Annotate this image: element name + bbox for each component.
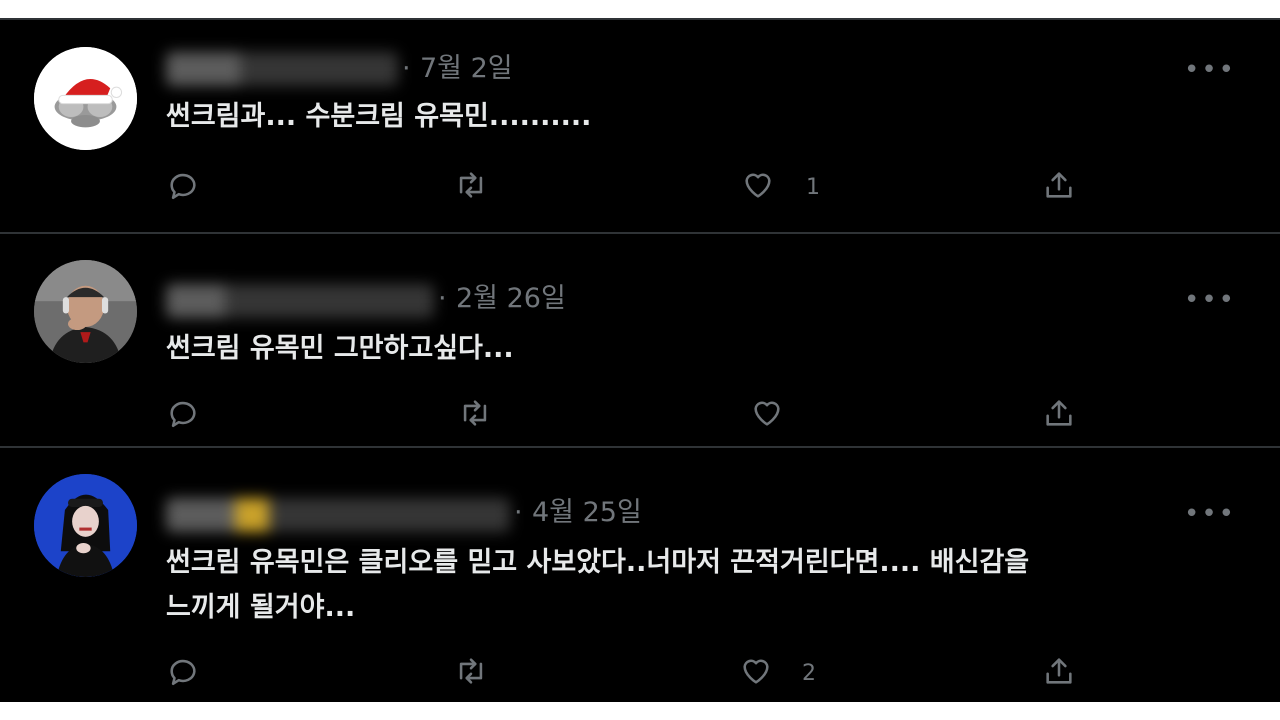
more-options-icon[interactable]: ••• <box>1184 57 1236 83</box>
blurred-username[interactable] <box>166 498 510 532</box>
reply-icon[interactable] <box>166 654 206 694</box>
person-blue-background-avatar-icon[interactable] <box>34 474 137 577</box>
tweet-item[interactable]: · 7월 2일 ••• 썬크림과... 수분크림 유목민.......... 1 <box>0 20 1280 234</box>
meta-separator: · <box>438 283 447 314</box>
retweet-icon[interactable] <box>458 396 498 436</box>
share-icon[interactable] <box>1042 654 1082 694</box>
tweet-feed: · 7월 2일 ••• 썬크림과... 수분크림 유목민.......... 1 <box>0 18 1280 702</box>
tweet-item[interactable]: · 2월 26일 ••• 썬크림 유목민 그만하고싶다... <box>0 234 1280 446</box>
tweet-text: 썬크림과... 수분크림 유목민.......... <box>166 101 592 132</box>
more-options-icon[interactable]: ••• <box>1184 287 1236 313</box>
tweet-date[interactable]: 4월 25일 <box>532 496 642 530</box>
more-options-icon[interactable]: ••• <box>1184 501 1236 527</box>
tweet-date[interactable]: 2월 26일 <box>456 282 566 316</box>
like-count: 1 <box>806 175 820 200</box>
person-headphones-avatar-icon[interactable] <box>34 260 137 363</box>
blurred-username[interactable] <box>166 284 434 318</box>
meta-separator: · <box>514 497 523 528</box>
like-count: 2 <box>802 661 816 686</box>
reply-icon[interactable] <box>166 396 206 436</box>
meta-separator: · <box>402 53 411 84</box>
retweet-icon[interactable] <box>454 168 494 208</box>
like-icon[interactable] <box>750 396 790 436</box>
retweet-icon[interactable] <box>454 654 494 694</box>
tweet-text: 썬크림 유목민은 클리오를 믿고 사보았다..너마저 끈적거린다면.... 배신… <box>166 547 1030 623</box>
blurred-username[interactable] <box>166 52 398 86</box>
tweet-date[interactable]: 7월 2일 <box>420 52 513 86</box>
share-icon[interactable] <box>1042 168 1082 208</box>
tweet-text: 썬크림 유목민 그만하고싶다... <box>166 333 514 364</box>
like-icon[interactable] <box>741 168 781 208</box>
share-icon[interactable] <box>1042 396 1082 436</box>
reply-icon[interactable] <box>166 168 206 208</box>
tweet-item[interactable]: · 4월 25일 ••• 썬크림 유목민은 클리오를 믿고 사보았다..너마저 … <box>0 448 1280 702</box>
santa-hat-avatar-icon[interactable] <box>34 47 137 150</box>
like-icon[interactable] <box>739 654 779 694</box>
